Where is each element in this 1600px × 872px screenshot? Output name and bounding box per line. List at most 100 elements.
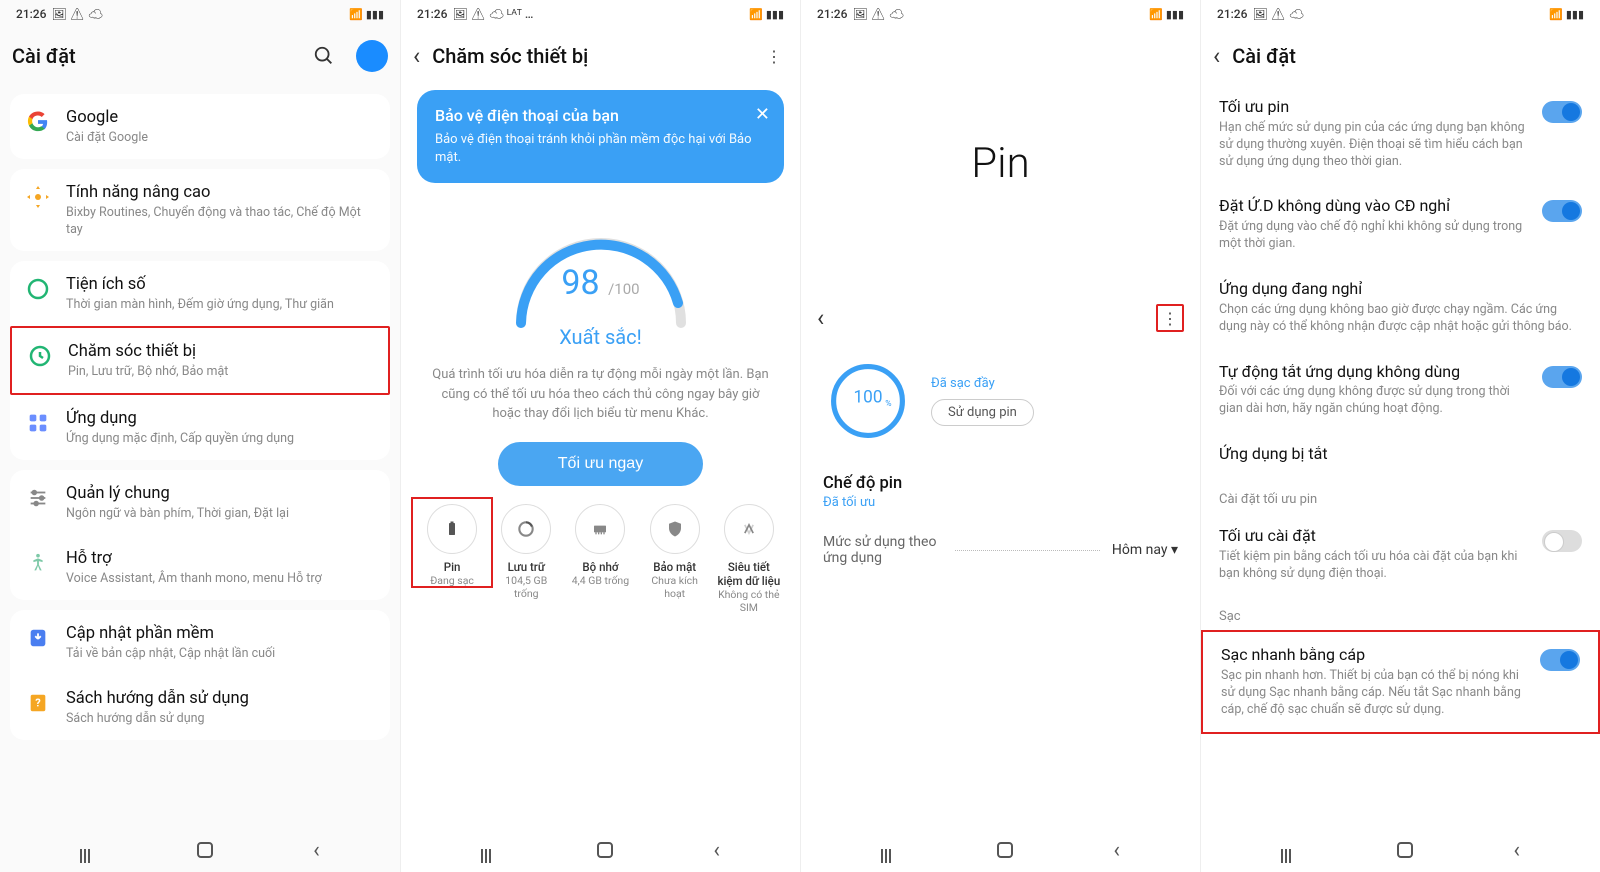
- back-icon[interactable]: ‹: [1213, 42, 1220, 70]
- accessibility-icon: [24, 549, 52, 577]
- svg-text:?: ?: [35, 696, 41, 709]
- nav-home-icon[interactable]: [597, 842, 613, 858]
- settings-item-google[interactable]: GoogleCài đặt Google: [10, 94, 390, 159]
- security-banner[interactable]: ✕ Bảo vệ điện thoại của bạn Bảo vệ điện …: [417, 90, 784, 183]
- banner-title: Bảo vệ điện thoại của bạn: [435, 106, 766, 125]
- banner-text: Bảo vệ điện thoại tránh khỏi phần mềm độ…: [435, 131, 766, 167]
- nav-recents-icon[interactable]: [881, 849, 897, 851]
- page-title: Cài đặt: [12, 44, 298, 68]
- settings-item-advanced[interactable]: Tính năng nâng caoBixby Routines, Chuyển…: [10, 169, 390, 251]
- nav-back-icon[interactable]: ‹: [713, 838, 720, 863]
- toggle-switch[interactable]: [1542, 366, 1582, 388]
- setting-disabled-apps[interactable]: Ứng dụng bị tắt: [1201, 431, 1600, 478]
- settings-item-manual[interactable]: ? Sách hướng dẫn sử dụngSách hướng dẫn s…: [10, 675, 390, 740]
- app-header: Cài đặt: [0, 28, 400, 84]
- power-mode-item[interactable]: Chế độ pin Đã tối ưu: [801, 464, 1200, 520]
- tile-battery[interactable]: PinĐang sạc: [420, 504, 484, 614]
- tile-security[interactable]: Bảo mậtChưa kích hoạt: [643, 504, 707, 614]
- sub-header: ‹ ⋮: [801, 298, 1200, 338]
- update-icon: [24, 624, 52, 652]
- screen-battery-settings: 21:26🖼 ⚠ ☁ 📶 ▮▮▮ ‹ Cài đặt Tối ưu pinHạn…: [1200, 0, 1600, 872]
- svg-text:100: 100: [854, 388, 883, 408]
- tile-memory[interactable]: Bộ nhớ4,4 GB trống: [568, 504, 632, 614]
- nav-bar: ‹: [401, 828, 800, 872]
- section-header: Cài đặt tối ưu pin: [1201, 478, 1600, 513]
- nav-back-icon[interactable]: ‹: [1113, 838, 1120, 863]
- score-description: Quá trình tối ưu hóa diễn ra tự động mỗi…: [411, 357, 790, 442]
- screen-battery: 21:26🖼 ⚠ ☁ 📶 ▮▮▮ Pin ‹ ⋮ 100 % Đã sạc đầ…: [800, 0, 1200, 872]
- sliders-icon: [24, 484, 52, 512]
- settings-item-apps[interactable]: Ứng dụngỨng dụng mặc định, Cấp quyền ứng…: [10, 395, 390, 460]
- status-bar: 21:26🖼 ⚠ ☁ 📶 ▮▮▮: [1201, 0, 1600, 28]
- settings-item-general[interactable]: Quản lý chungNgôn ngữ và bàn phím, Thời …: [10, 470, 390, 535]
- nav-bar: ‹: [1201, 828, 1600, 872]
- tile-data-saver[interactable]: Siêu tiết kiệm dữ liệuKhông có thẻ SIM: [717, 504, 781, 614]
- screen-device-care: 21:26🖼 ⚠ ☁ ᴸᴬᵀ … 📶 ▮▮▮ ‹ Chăm sóc thiết …: [400, 0, 800, 872]
- page-title: Chăm sóc thiết bị: [432, 44, 748, 68]
- nav-recents-icon[interactable]: [1281, 849, 1297, 851]
- setting-fast-cable-charging[interactable]: Sạc nhanh bằng cápSạc pin nhanh hơn. Thi…: [1201, 630, 1600, 733]
- app-header: ‹ Chăm sóc thiết bị ⋮: [401, 28, 800, 84]
- page-title: Cài đặt: [1232, 44, 1588, 68]
- storage-icon: [501, 504, 551, 554]
- toggle-switch[interactable]: [1542, 101, 1582, 123]
- app-usage-row[interactable]: Mức sử dụng theo ứng dụng Hôm nay ▾: [801, 520, 1200, 580]
- close-icon[interactable]: ✕: [755, 104, 770, 125]
- nav-home-icon[interactable]: [1397, 842, 1413, 858]
- score-display: 98 /100 Xuất sắc!: [411, 193, 790, 357]
- advanced-icon: [24, 183, 52, 211]
- shield-icon: [650, 504, 700, 554]
- manual-icon: ?: [24, 689, 52, 717]
- nav-recents-icon[interactable]: [80, 849, 96, 851]
- nav-back-icon[interactable]: ‹: [313, 838, 320, 863]
- screen-settings-list: 21:26🖼 ⚠ ☁ 📶 ▮▮▮ Cài đặt GoogleCài đặt G…: [0, 0, 400, 872]
- svg-text:%: %: [885, 399, 891, 409]
- more-icon[interactable]: ⋮: [760, 42, 788, 70]
- section-header: Sạc: [1201, 595, 1600, 630]
- status-bar: 21:26🖼 ⚠ ☁ 📶 ▮▮▮: [0, 0, 400, 28]
- toggle-switch[interactable]: [1542, 530, 1582, 552]
- status-bar: 21:26🖼 ⚠ ☁ 📶 ▮▮▮: [801, 0, 1200, 28]
- device-care-icon: [26, 342, 54, 370]
- settings-item-device-care[interactable]: Chăm sóc thiết bịPin, Lưu trữ, Bộ nhớ, B…: [10, 326, 390, 395]
- charge-status: Đã sạc đầy: [931, 376, 1176, 391]
- setting-sleeping-apps[interactable]: Ứng dụng đang nghỉChọn các ứng dụng khôn…: [1201, 266, 1600, 349]
- usage-label: Mức sử dụng theo ứng dụng: [823, 534, 943, 566]
- back-icon[interactable]: ‹: [413, 42, 420, 70]
- optimize-button[interactable]: Tối ưu ngay: [498, 442, 703, 486]
- nav-home-icon[interactable]: [997, 842, 1013, 858]
- app-header: ‹ Cài đặt: [1201, 28, 1600, 84]
- tile-storage[interactable]: Lưu trữ104,5 GB trống: [494, 504, 558, 614]
- status-bar: 21:26🖼 ⚠ ☁ ᴸᴬᵀ … 📶 ▮▮▮: [401, 0, 800, 28]
- wellbeing-icon: [24, 275, 52, 303]
- page-hero: Pin: [801, 28, 1200, 298]
- battery-usage-button[interactable]: Sử dụng pin: [931, 399, 1034, 426]
- battery-icon: [427, 504, 477, 554]
- memory-icon: [575, 504, 625, 554]
- search-icon[interactable]: [310, 42, 338, 70]
- back-icon[interactable]: ‹: [817, 304, 824, 332]
- category-tiles: PinĐang sạc Lưu trữ104,5 GB trống Bộ nhớ…: [411, 486, 790, 618]
- setting-auto-disable-unused[interactable]: Tự động tắt ứng dụng không dùngĐối với c…: [1201, 349, 1600, 432]
- setting-optimize-settings[interactable]: Tối ưu cài đặtTiết kiệm pin bằng cách tố…: [1201, 513, 1600, 596]
- toggle-switch[interactable]: [1542, 200, 1582, 222]
- more-icon[interactable]: ⋮: [1156, 304, 1184, 332]
- setting-optimize-battery[interactable]: Tối ưu pinHạn chế mức sử dụng pin của cá…: [1201, 84, 1600, 183]
- nav-back-icon[interactable]: ‹: [1513, 838, 1520, 863]
- nav-bar: ‹: [801, 828, 1200, 872]
- toggle-switch[interactable]: [1540, 649, 1580, 671]
- nav-recents-icon[interactable]: [481, 849, 497, 851]
- settings-item-wellbeing[interactable]: Tiện ích sốThời gian màn hình, Đếm giờ ứ…: [10, 261, 390, 326]
- setting-sleep-unused-apps[interactable]: Đặt Ứ.D không dùng vào CĐ nghỉĐặt ứng dụ…: [1201, 183, 1600, 266]
- nav-bar: ‹: [0, 828, 400, 872]
- apps-grid-icon: [24, 409, 52, 437]
- battery-summary: 100 % Đã sạc đầy Sử dụng pin: [801, 338, 1200, 464]
- period-dropdown[interactable]: Hôm nay ▾: [1112, 542, 1178, 558]
- nav-home-icon[interactable]: [197, 842, 213, 858]
- battery-ring-icon: 100 %: [825, 358, 911, 444]
- settings-item-accessibility[interactable]: Hỗ trợVoice Assistant, Âm thanh mono, me…: [10, 535, 390, 600]
- settings-item-update[interactable]: Cập nhật phần mềmTải về bản cập nhật, Cậ…: [10, 610, 390, 675]
- google-logo-icon: [24, 108, 52, 136]
- avatar[interactable]: [356, 40, 388, 72]
- data-saver-icon: [724, 504, 774, 554]
